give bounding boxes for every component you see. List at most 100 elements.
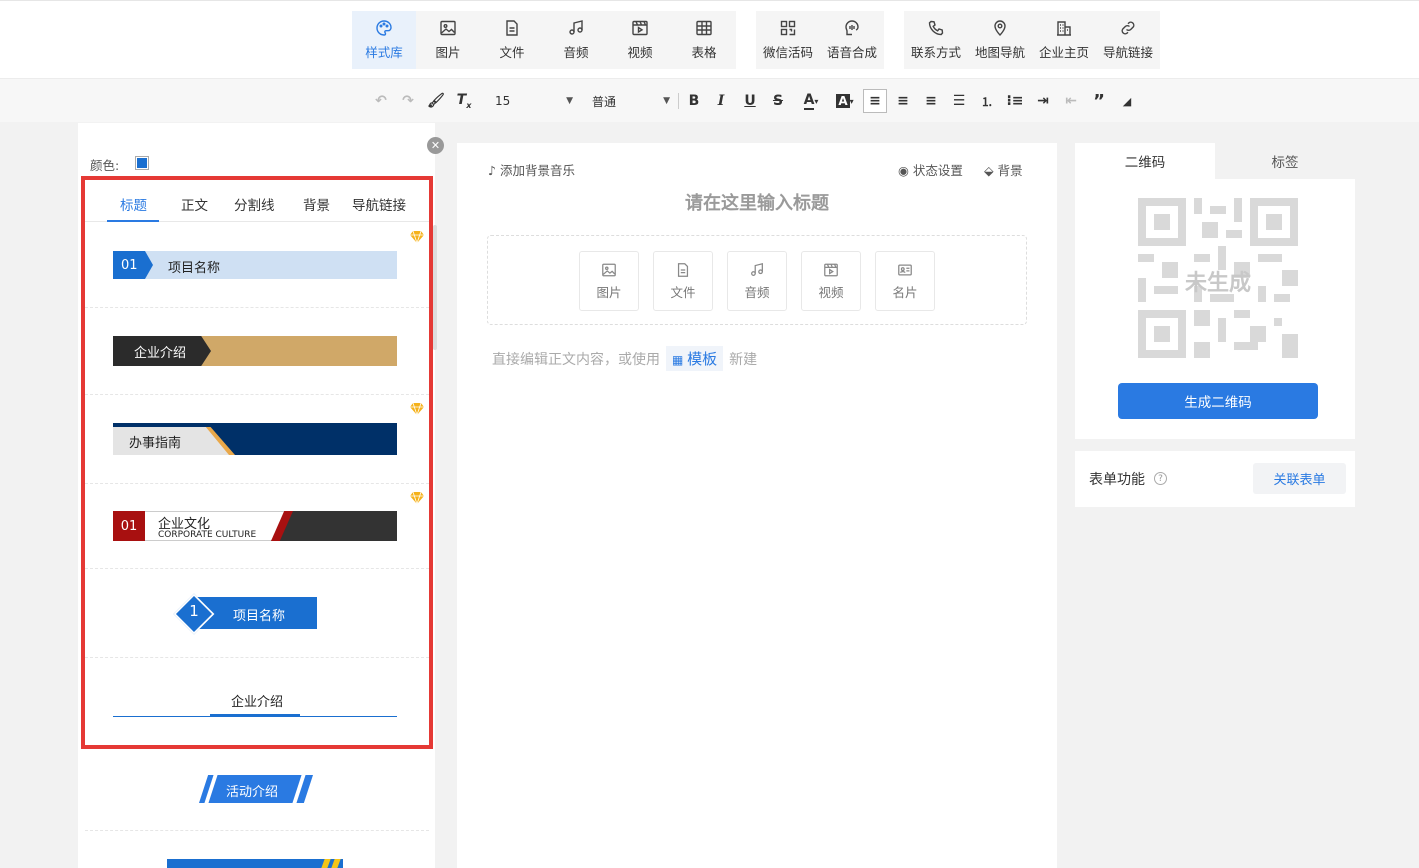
unordered-list-icon: ⁝≡ [1006,93,1024,109]
background-label: 背景 [997,163,1023,178]
brush-icon: 🖌 [427,93,445,109]
panel-scrollbar[interactable] [433,225,437,350]
title-input[interactable]: 请在这里输入标题 [457,189,1057,215]
style-library-button[interactable]: 样式库 [352,11,416,69]
more-button[interactable]: ◢ [1115,89,1139,113]
bold-icon: B [688,93,700,109]
number-text: 01 [120,518,138,534]
video-icon [824,263,838,276]
insert-file-button[interactable]: 文件 [480,11,544,69]
toolbar-group-insert: 样式库 图片 文件 音频 视频 表格 [352,11,736,69]
tab-tags-label: 标签 [1271,155,1299,171]
palette-icon [376,20,392,36]
tab-tags[interactable]: 标签 [1215,143,1355,179]
template-button[interactable]: ▦ 模板 [666,346,724,371]
insert-video-button[interactable]: 视频 [608,11,672,69]
right-tabs: 二维码 标签 [1075,143,1355,179]
indent-button[interactable]: ⇥ [1031,89,1055,113]
clear-format-button[interactable]: Tx [452,89,476,113]
contact-info-label: 联系方式 [910,45,961,60]
music-icon [569,20,583,35]
align-justify-button[interactable]: ☰ [947,89,971,113]
tab-qrcode[interactable]: 二维码 [1075,143,1215,179]
color-picker[interactable] [135,156,149,170]
title-style-item[interactable]: 01 项目名称 [85,223,429,308]
company-homepage-button[interactable]: 企业主页 [1032,11,1096,69]
voice-synthesis-button[interactable]: 语音合成 [820,11,884,69]
status-settings-button[interactable]: ◉ 状态设置 [898,160,963,179]
tab-qrcode-label: 二维码 [1124,155,1166,171]
link-form-button[interactable]: 关联表单 [1253,463,1346,494]
font-color-button[interactable]: A ▾ [797,89,825,113]
hint-suffix: 新建 [729,351,758,368]
tab-divider[interactable]: 分割线 [234,194,275,214]
map-navigation-button[interactable]: 地图导航 [968,11,1032,69]
paragraph-select[interactable]: 普通 ▼ [592,89,670,113]
media-card-button[interactable]: 名片 [875,251,935,311]
color-swatch [137,158,147,168]
nav-link-label: 导航链接 [1102,45,1153,60]
title-style-item[interactable]: 01 企业文化 CORPORATE CULTURE [85,484,429,569]
bg-music-button[interactable]: ♪ 添加背景音乐 [488,160,575,179]
contact-info-button[interactable]: 联系方式 [904,11,968,69]
title-style-item[interactable]: 企业介绍 [85,658,429,750]
tab-body[interactable]: 正文 [181,194,208,214]
ordered-list-button[interactable]: ⒈ [975,89,999,113]
outdent-button[interactable]: ⇤ [1059,89,1083,113]
italic-button[interactable]: I [709,89,733,113]
qrcode-status-text: 未生成 [1184,271,1251,296]
underline-button[interactable]: U [738,89,762,113]
undo-icon: ↶ [375,93,387,109]
premium-gem-icon [410,492,424,504]
status-settings-label: 状态设置 [912,163,963,178]
title-text: 项目名称 [168,261,221,276]
title-style-item[interactable]: 1 项目名称 [85,569,429,658]
clear-format-icon: Tx [456,92,472,110]
close-panel-button[interactable]: ✕ [427,137,444,154]
format-painter-button[interactable]: 🖌 [424,89,448,113]
blockquote-button[interactable]: ” [1087,89,1111,113]
template-label: 模板 [687,350,718,368]
paint-bucket-icon: ⬙ [984,163,998,178]
generate-qrcode-button[interactable]: 生成二维码 [1118,383,1318,419]
title-style-item[interactable]: 活动介绍 [85,750,429,831]
indent-icon: ⇥ [1037,93,1049,109]
media-video-button[interactable]: 视频 [801,251,861,311]
body-editor-hint[interactable]: 直接编辑正文内容，或使用 ▦ 模板 新建 [492,346,757,371]
nav-link-button[interactable]: 导航链接 [1096,11,1160,69]
title-style-item[interactable] [85,831,429,868]
tab-background[interactable]: 背景 [303,194,330,214]
map-navigation-label: 地图导航 [974,45,1025,60]
wechat-live-code-button[interactable]: 微信活码 [756,11,820,69]
strikethrough-button[interactable]: S [766,89,790,113]
undo-button[interactable]: ↶ [369,89,393,113]
underline-accent [210,714,300,717]
divider [678,93,679,109]
title-style-item[interactable]: 办事指南 [85,395,429,484]
help-icon[interactable]: ? [1154,472,1167,485]
bold-button[interactable]: B [682,89,706,113]
font-size-value: 15 [495,94,511,108]
align-center-button[interactable]: ≡ [891,89,915,113]
align-right-button[interactable]: ≡ [919,89,943,113]
media-file-button[interactable]: 文件 [653,251,713,311]
align-left-button[interactable]: ≡ [863,89,887,113]
highlight-color-button[interactable]: A ▾ [831,89,859,113]
media-image-button[interactable]: 图片 [579,251,639,311]
background-button[interactable]: ⬙ 背景 [984,160,1023,179]
form-function-label: 表单功能 [1089,472,1145,488]
tab-nav-link[interactable]: 导航链接 [352,194,406,214]
title-bar [113,251,397,279]
tab-title[interactable]: 标题 [120,194,147,214]
title-style-item[interactable]: 企业介绍 [85,308,429,395]
font-size-select[interactable]: 15 ▼ [495,89,573,113]
media-audio-label: 音频 [744,284,770,300]
media-audio-button[interactable]: 音频 [727,251,787,311]
insert-image-button[interactable]: 图片 [416,11,480,69]
file-icon [677,262,689,277]
insert-table-button[interactable]: 表格 [672,11,736,69]
unordered-list-button[interactable]: ⁝≡ [1003,89,1027,113]
insert-audio-button[interactable]: 音频 [544,11,608,69]
italic-icon: I [717,93,725,109]
redo-button[interactable]: ↷ [396,89,420,113]
